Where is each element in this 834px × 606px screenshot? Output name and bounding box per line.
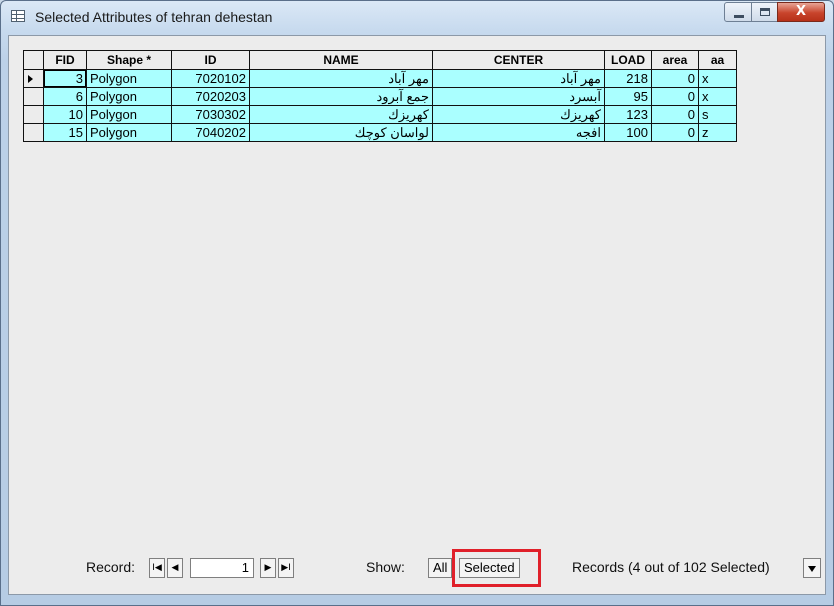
table-options-dropdown[interactable]: [803, 558, 821, 578]
column-header[interactable]: area: [651, 50, 699, 70]
table-cell[interactable]: Polygon: [86, 105, 172, 124]
table-cell[interactable]: 10: [43, 105, 87, 124]
table-area: FID Shape * ID NAME CENTER LOAD area aa …: [8, 35, 826, 595]
row-selector[interactable]: [23, 105, 44, 124]
table-cell[interactable]: 218: [604, 69, 652, 88]
attribute-table: FID Shape * ID NAME CENTER LOAD area aa …: [23, 50, 737, 142]
title-bar[interactable]: Selected Attributes of tehran dehestan X: [1, 1, 833, 35]
table-cell[interactable]: 0: [651, 69, 699, 88]
table-cell[interactable]: 100: [604, 123, 652, 142]
records-status: Records (4 out of 102 Selected): [572, 559, 770, 575]
table-cell[interactable]: مهر آباد: [249, 69, 433, 88]
table-cell[interactable]: 7020102: [171, 69, 250, 88]
record-navigation-bar: Record: I◀ ◀ 1 ▶ ▶I Show: All Selected R…: [11, 544, 823, 590]
maximize-icon: [760, 8, 770, 16]
table-row[interactable]: 10 Polygon 7030302 كهريزك كهريزك 123 0 s: [23, 105, 737, 124]
row-selector[interactable]: [23, 87, 44, 106]
table-cell[interactable]: Polygon: [86, 69, 172, 88]
table-cell[interactable]: Polygon: [86, 123, 172, 142]
column-header[interactable]: NAME: [249, 50, 433, 70]
next-record-button[interactable]: ▶: [260, 558, 276, 578]
table-cell[interactable]: جمع آبرود: [249, 87, 433, 106]
row-selector-header: [23, 50, 44, 70]
table-cell[interactable]: لواسان كوچك: [249, 123, 433, 142]
table-cell[interactable]: كهريزك: [249, 105, 433, 124]
table-cell[interactable]: 7030302: [171, 105, 250, 124]
minimize-icon: [734, 15, 744, 18]
close-icon: X: [795, 4, 807, 19]
first-record-button[interactable]: I◀: [149, 558, 165, 578]
previous-record-button[interactable]: ◀: [167, 558, 183, 578]
attribute-table-window: Selected Attributes of tehran dehestan X…: [0, 0, 834, 606]
table-cell[interactable]: آبسرد: [432, 87, 605, 106]
table-cell[interactable]: 7020203: [171, 87, 250, 106]
table-row[interactable]: 15 Polygon 7040202 لواسان كوچك افجه 100 …: [23, 123, 737, 142]
row-selector[interactable]: [23, 123, 44, 142]
last-record-button[interactable]: ▶I: [278, 558, 294, 578]
close-button[interactable]: X: [777, 2, 825, 22]
header-row: FID Shape * ID NAME CENTER LOAD area aa: [23, 50, 737, 70]
column-header[interactable]: LOAD: [604, 50, 652, 70]
table-cell[interactable]: z: [698, 123, 737, 142]
row-selector[interactable]: [23, 69, 44, 88]
table-icon: [11, 10, 25, 22]
table-cell[interactable]: 123: [604, 105, 652, 124]
table-cell[interactable]: 0: [651, 123, 699, 142]
maximize-button[interactable]: [751, 2, 778, 22]
show-all-button[interactable]: All: [428, 558, 453, 578]
selected-button-highlight: [452, 549, 541, 587]
table-cell[interactable]: كهريزك: [432, 105, 605, 124]
table-cell[interactable]: x: [698, 87, 737, 106]
show-label: Show:: [366, 559, 405, 575]
table-cell[interactable]: مهر آباد: [432, 69, 605, 88]
column-header[interactable]: Shape *: [86, 50, 172, 70]
record-number-input[interactable]: 1: [190, 558, 254, 578]
record-label: Record:: [86, 559, 136, 575]
minimize-button[interactable]: [724, 2, 752, 22]
current-row-arrow-icon: [28, 75, 33, 84]
column-header[interactable]: FID: [43, 50, 87, 70]
table-cell[interactable]: Polygon: [86, 87, 172, 106]
column-header[interactable]: CENTER: [432, 50, 605, 70]
table-cell[interactable]: افجه: [432, 123, 605, 142]
table-row[interactable]: 6 Polygon 7020203 جمع آبرود آبسرد 95 0 x: [23, 87, 737, 106]
table-cell[interactable]: 0: [651, 105, 699, 124]
table-cell[interactable]: x: [698, 69, 737, 88]
window-title: Selected Attributes of tehran dehestan: [35, 9, 273, 25]
table-cell[interactable]: 0: [651, 87, 699, 106]
table-row[interactable]: 3 Polygon 7020102 مهر آباد مهر آباد 218 …: [23, 69, 737, 88]
table-cell[interactable]: 6: [43, 87, 87, 106]
table-cell[interactable]: 3: [43, 69, 87, 88]
table-cell[interactable]: s: [698, 105, 737, 124]
table-cell[interactable]: 15: [43, 123, 87, 142]
column-header[interactable]: aa: [698, 50, 737, 70]
table-cell[interactable]: 95: [604, 87, 652, 106]
column-header[interactable]: ID: [171, 50, 250, 70]
table-cell[interactable]: 7040202: [171, 123, 250, 142]
